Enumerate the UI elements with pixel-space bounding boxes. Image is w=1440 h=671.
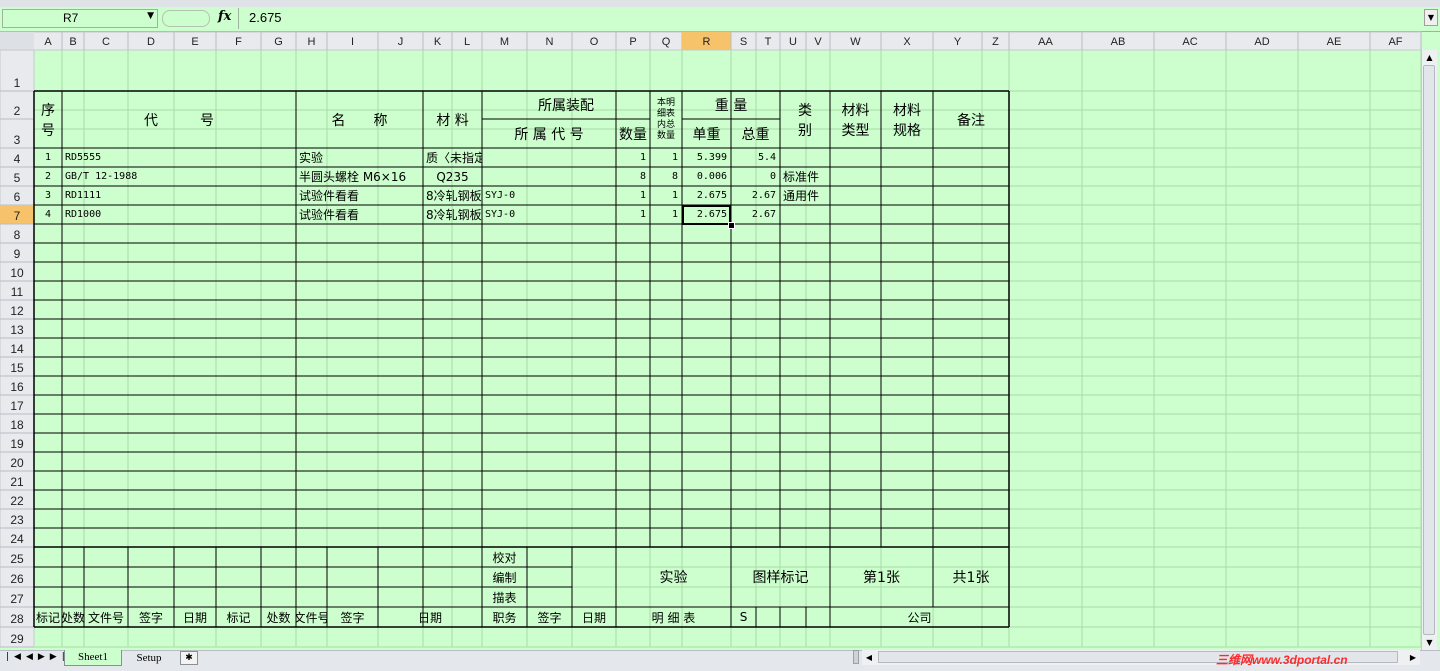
row-total[interactable]: 1 bbox=[650, 148, 682, 167]
row-category[interactable] bbox=[780, 148, 830, 167]
tab-nav-icons[interactable]: |◀◀▶▶| bbox=[6, 652, 70, 662]
vertical-scrollbar[interactable]: ▲ ▼ bbox=[1421, 50, 1437, 650]
row-total[interactable]: 1 bbox=[650, 205, 682, 224]
selected-cell-outline[interactable] bbox=[682, 205, 731, 225]
row-total-weight[interactable]: 2.67 bbox=[731, 205, 780, 224]
header-assembly-code[interactable]: 所 属 代 号 bbox=[482, 119, 616, 148]
header-total-in-list[interactable]: 本明 细表 内总 数量 bbox=[650, 91, 682, 148]
row-qty[interactable]: 1 bbox=[616, 205, 650, 224]
fill-handle[interactable] bbox=[728, 222, 735, 229]
footer-mark-label[interactable]: 图样标记 bbox=[731, 547, 830, 607]
footer-places[interactable]: 处数 bbox=[62, 607, 84, 627]
footer-check[interactable]: 校对 bbox=[482, 547, 527, 567]
cells-layer: 序号代 号名 称材 料所属装配所 属 代 号数量 本明 细表 内总 数量重 量单重 总重类… bbox=[0, 0, 1440, 671]
header-material[interactable]: 材 料 bbox=[423, 91, 482, 148]
header-category[interactable]: 类别 bbox=[780, 91, 830, 148]
footer-doc-no[interactable]: 文件号 bbox=[84, 607, 128, 627]
row-category[interactable]: 标准件 bbox=[780, 167, 830, 186]
footer-draw[interactable]: 描表 bbox=[482, 587, 527, 607]
footer-date3[interactable]: 日期 bbox=[572, 607, 616, 627]
footer-date[interactable]: 日期 bbox=[174, 607, 216, 627]
footer-mark2[interactable]: 标记 bbox=[216, 607, 261, 627]
row-total-weight[interactable]: 2.67 bbox=[731, 186, 780, 205]
row-name[interactable]: 半圆头螺栓 M6×16 bbox=[296, 167, 423, 186]
tab-setup[interactable]: Setup bbox=[124, 651, 174, 666]
row-total[interactable]: 1 bbox=[650, 186, 682, 205]
header-mat-type[interactable]: 材料 类型 bbox=[830, 91, 881, 148]
row-qty[interactable]: 1 bbox=[616, 186, 650, 205]
header-remark[interactable]: 备注 bbox=[933, 91, 1009, 148]
footer-sheet-total[interactable]: 共1张 bbox=[933, 547, 1009, 607]
footer-sign[interactable]: 签字 bbox=[128, 607, 174, 627]
row-unit-weight[interactable]: 2.675 bbox=[682, 186, 731, 205]
footer-sign3[interactable]: 签字 bbox=[527, 607, 572, 627]
row-asm-code[interactable]: SYJ-0 bbox=[482, 186, 616, 205]
tab-split-handle[interactable] bbox=[853, 650, 859, 664]
row-asm-code[interactable] bbox=[482, 167, 616, 186]
row-material[interactable]: Q235 bbox=[423, 167, 482, 186]
row-unit-weight[interactable]: 5.399 bbox=[682, 148, 731, 167]
footer-date2[interactable]: 日期 bbox=[378, 607, 482, 627]
footer-sign2[interactable]: 签字 bbox=[327, 607, 378, 627]
row-category[interactable] bbox=[780, 205, 830, 224]
footer-s[interactable]: S bbox=[731, 607, 756, 627]
header-name[interactable]: 名 称 bbox=[296, 91, 423, 148]
scroll-thumb[interactable] bbox=[1423, 65, 1435, 635]
row-qty[interactable]: 1 bbox=[616, 148, 650, 167]
row-code[interactable]: GB/T 12-1988 bbox=[62, 167, 296, 186]
header-assembly[interactable]: 所属装配 bbox=[482, 91, 650, 119]
header-qty[interactable]: 数量 bbox=[616, 119, 650, 148]
watermark: 三维网www.3dportal.cn bbox=[1216, 653, 1348, 667]
footer-places2[interactable]: 处数 bbox=[261, 607, 296, 627]
header-mat-spec[interactable]: 材料 规格 bbox=[881, 91, 933, 148]
footer-company[interactable]: 公司 bbox=[830, 607, 1009, 627]
row-seq[interactable]: 4 bbox=[34, 205, 62, 224]
footer-list-title[interactable]: 明 细 表 bbox=[616, 607, 731, 627]
header-unit-weight[interactable]: 单重 bbox=[682, 119, 731, 148]
header-code[interactable]: 代 号 bbox=[62, 91, 296, 148]
row-seq[interactable]: 2 bbox=[34, 167, 62, 186]
row-total-weight[interactable]: 0 bbox=[731, 167, 780, 186]
tab-sheet1[interactable]: Sheet1 bbox=[64, 650, 122, 666]
header-weight[interactable]: 重 量 bbox=[682, 91, 780, 119]
footer-sheet-no[interactable]: 第1张 bbox=[830, 547, 933, 607]
header-seq[interactable]: 序号 bbox=[34, 91, 62, 148]
footer-post[interactable]: 职务 bbox=[482, 607, 527, 627]
footer-mark[interactable]: 标记 bbox=[34, 607, 62, 627]
row-material[interactable]: 8冷轧钢板 bbox=[423, 186, 482, 205]
footer-doc-no2[interactable]: 文件号 bbox=[296, 607, 327, 627]
row-unit-weight[interactable]: 0.006 bbox=[682, 167, 731, 186]
footer-compile[interactable]: 编制 bbox=[482, 567, 527, 587]
row-total-weight[interactable]: 5.4 bbox=[731, 148, 780, 167]
row-category[interactable]: 通用件 bbox=[780, 186, 830, 205]
row-seq[interactable]: 1 bbox=[34, 148, 62, 167]
row-seq[interactable]: 3 bbox=[34, 186, 62, 205]
header-total-weight[interactable]: 总重 bbox=[731, 119, 780, 148]
row-total[interactable]: 8 bbox=[650, 167, 682, 186]
row-asm-code[interactable] bbox=[482, 148, 616, 167]
row-code[interactable]: RD1000 bbox=[62, 205, 296, 224]
scroll-down-icon[interactable]: ▼ bbox=[1422, 635, 1437, 650]
row-name[interactable]: 试验件看看 bbox=[296, 205, 423, 224]
row-code[interactable]: RD5555 bbox=[62, 148, 296, 167]
scroll-left-icon[interactable]: ◀ bbox=[862, 650, 876, 665]
row-code[interactable]: RD1111 bbox=[62, 186, 296, 205]
footer-company-name[interactable]: 实验 bbox=[616, 547, 731, 607]
row-qty[interactable]: 8 bbox=[616, 167, 650, 186]
row-asm-code[interactable]: SYJ-0 bbox=[482, 205, 616, 224]
row-material[interactable]: 8冷轧钢板 bbox=[423, 205, 482, 224]
scroll-up-icon[interactable]: ▲ bbox=[1422, 50, 1437, 65]
row-material[interactable]: 质〈未指定 bbox=[423, 148, 482, 167]
new-sheet-icon[interactable]: ✱ bbox=[180, 651, 198, 665]
row-name[interactable]: 实验 bbox=[296, 148, 423, 167]
row-name[interactable]: 试验件看看 bbox=[296, 186, 423, 205]
